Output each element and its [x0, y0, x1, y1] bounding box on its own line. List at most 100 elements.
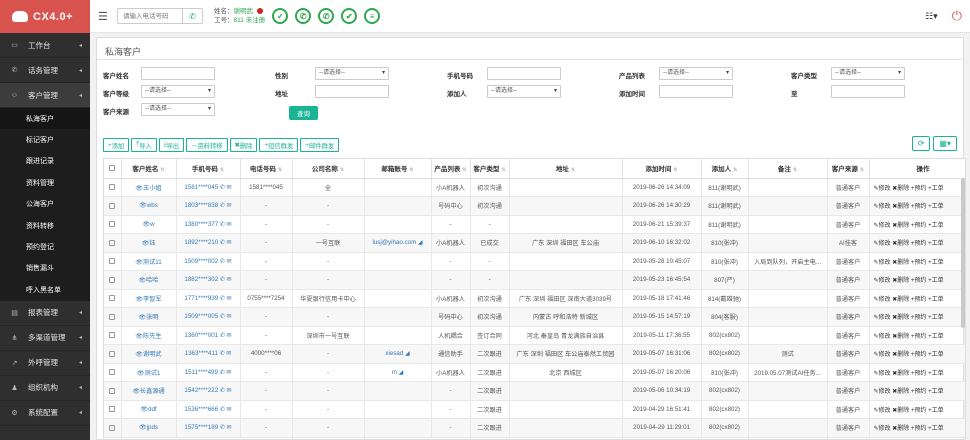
customer-name-cell[interactable]: 👁陈先生	[121, 326, 177, 345]
phone-icon[interactable]: ✆	[218, 203, 225, 209]
sidebar-bottom-item-3[interactable]: ♟ 组织机构 ◂	[0, 376, 90, 401]
phone-icon[interactable]: ✆	[218, 314, 225, 320]
table-row[interactable]: 👁w 1380****377 ✆ ✉ - - - -2019-06-21 15:39:37…	[104, 215, 965, 234]
edit-button[interactable]: ✎修改	[874, 371, 893, 377]
hangup-icon[interactable]: ✆	[295, 8, 312, 24]
mail-icon[interactable]: ✉	[225, 425, 232, 431]
row-checkbox[interactable]	[104, 215, 122, 234]
appointment-button[interactable]: +预约	[911, 297, 928, 303]
table-row[interactable]: 👁长鑫源通 1542****222 ✆ ✉ - - - 二次跟进 2019-05-06 10…	[104, 381, 965, 401]
customer-name[interactable]: jpds	[147, 424, 158, 431]
row-checkbox[interactable]	[104, 307, 122, 327]
customer-name[interactable]: w	[150, 221, 154, 228]
appointment-button[interactable]: +预约	[911, 241, 928, 247]
customer-name-cell[interactable]: 👁谢明武	[121, 344, 177, 364]
customer-name[interactable]: 谢明武	[143, 351, 162, 358]
appointment-button[interactable]: +预约	[911, 186, 928, 192]
delete-row-button[interactable]: ✖删除	[892, 315, 911, 321]
sidebar-item-0[interactable]: ▭ 工作台 ◂	[0, 33, 90, 58]
customer-name[interactable]: 钰	[149, 240, 155, 247]
rest-status-icon[interactable]: ≡	[364, 8, 381, 24]
customer-name[interactable]: 王小姐	[143, 185, 162, 192]
transfer-button[interactable]: ↔ 资料转移	[186, 138, 228, 152]
type-select[interactable]: --请选择--	[831, 67, 905, 80]
customer-name[interactable]: 测试11	[143, 259, 162, 266]
customer-name-cell[interactable]: 👁wbs	[121, 196, 177, 216]
sidebar-bottom-item-4[interactable]: ⚙ 系统配置 ◂	[0, 401, 90, 426]
mobile-number[interactable]: 1509****002	[184, 258, 218, 265]
edit-button[interactable]: ✎修改	[874, 426, 893, 432]
add-button[interactable]: + 添加	[103, 138, 130, 152]
mail-icon[interactable]: ✉	[225, 277, 232, 283]
delete-row-button[interactable]: ✖删除	[892, 426, 911, 432]
sidebar-subitem-3[interactable]: 资料管理	[0, 172, 90, 194]
mail-icon[interactable]: ✉	[225, 240, 232, 246]
column-header[interactable]: 公司名称 ⇅	[292, 159, 365, 179]
edit-button[interactable]: ✎修改	[874, 297, 893, 303]
edit-button[interactable]: ✎修改	[874, 334, 893, 340]
sidebar-subitem-5[interactable]: 资料转移	[0, 214, 90, 237]
table-row[interactable]: 👁jpds 1575****189 ✆ ✉ - - - 二次跟进 2019-04-29 11…	[104, 418, 965, 438]
row-checkbox[interactable]	[104, 178, 122, 197]
level-select[interactable]: --请选择--	[141, 85, 215, 98]
phone-icon[interactable]: ✆	[218, 425, 225, 431]
appointment-button[interactable]: +预约	[911, 371, 928, 377]
adder-select[interactable]: --请选择--	[487, 85, 561, 98]
column-header[interactable]: 客户姓名 ⇅	[121, 159, 177, 179]
ticket-button[interactable]: +工单	[928, 426, 944, 432]
ready-status-icon[interactable]: ✓	[272, 8, 289, 24]
addtime-start-input[interactable]	[659, 85, 733, 98]
delete-row-button[interactable]: ✖删除	[892, 186, 911, 192]
row-checkbox[interactable]	[104, 381, 122, 401]
ticket-button[interactable]: +工单	[928, 408, 944, 414]
mail-icon[interactable]: ✉	[225, 259, 232, 265]
ticket-button[interactable]: +工单	[928, 315, 944, 321]
delete-button[interactable]: ✖ 删除	[229, 138, 258, 152]
ticket-button[interactable]: +工单	[928, 334, 944, 340]
delete-row-button[interactable]: ✖删除	[892, 278, 911, 284]
customer-name-cell[interactable]: 👁测试11	[121, 252, 177, 271]
column-header[interactable]: 电话号码 ⇅	[240, 159, 293, 179]
customer-name-cell[interactable]: 👁w	[121, 215, 177, 234]
edit-button[interactable]: ✎修改	[874, 223, 893, 229]
phone-icon[interactable]: ✆	[218, 185, 225, 191]
customer-name-cell[interactable]: 👁王小姐	[121, 178, 177, 197]
mail-icon[interactable]: ✉	[225, 296, 232, 302]
sidebar-subitem-2[interactable]: 跟进记录	[0, 150, 90, 173]
menu-toggle-icon[interactable]: ☰	[98, 10, 112, 23]
sidebar-bottom-item-0[interactable]: ▤ 报表管理 ◂	[0, 301, 90, 326]
ticket-button[interactable]: +工单	[928, 260, 944, 266]
table-row[interactable]: 👁钰 1892****210 ✆ ✉ - 一号互联 lusj@yihao.com ◢ 小A…	[104, 233, 965, 253]
phone-icon[interactable]: ✆	[218, 351, 225, 357]
email-address[interactable]: xiesad	[385, 350, 403, 357]
mail-icon[interactable]: ✉	[225, 351, 231, 357]
delete-row-button[interactable]: ✖删除	[892, 204, 911, 210]
customer-name-cell[interactable]: 👁ddf	[121, 400, 177, 419]
mobile-number[interactable]: 1892****210	[184, 239, 218, 246]
delete-row-button[interactable]: ✖删除	[892, 352, 911, 358]
appointment-button[interactable]: +预约	[911, 334, 928, 340]
table-row[interactable]: 👁测试11 1509****002 ✆ ✉ - - - -2019-05-28 10:45…	[104, 252, 965, 271]
row-checkbox[interactable]	[104, 196, 122, 216]
table-row[interactable]: 👁测试1 1511****499 ✆ ✉ - - m ◢ 小A机器人 二次跟进 北京 西城区 2…	[104, 363, 965, 382]
export-button[interactable]: ⤓ 导出	[158, 138, 185, 152]
phone-icon[interactable]: ✆	[218, 240, 225, 246]
edit-button[interactable]: ✎修改	[874, 241, 893, 247]
row-checkbox[interactable]	[104, 400, 122, 419]
column-header[interactable]: 操作	[869, 159, 965, 179]
table-row[interactable]: 👁王小姐 1581****045 ✆ ✉ 1581****045 全小A机器人 初次沟通…	[104, 178, 965, 197]
row-checkbox[interactable]	[104, 289, 122, 308]
delete-row-button[interactable]: ✖删除	[892, 371, 911, 377]
edit-button[interactable]: ✎修改	[874, 260, 893, 266]
row-checkbox[interactable]	[104, 344, 122, 364]
column-header[interactable]: 手机号码 ⇅	[176, 159, 241, 179]
row-checkbox[interactable]	[104, 326, 122, 345]
ticket-button[interactable]: +工单	[928, 278, 944, 284]
row-checkbox[interactable]	[104, 270, 122, 290]
customer-name[interactable]: 长鑫源通	[140, 388, 165, 395]
product-select[interactable]: --请选择--	[659, 67, 733, 80]
mobile-number[interactable]: 1803****838	[184, 202, 218, 209]
customer-name-cell[interactable]: 👁钰	[121, 233, 177, 253]
mobile-number[interactable]: 1511****499	[185, 369, 218, 376]
sidebar-subitem-8[interactable]: 呼入黑名单	[0, 279, 90, 301]
